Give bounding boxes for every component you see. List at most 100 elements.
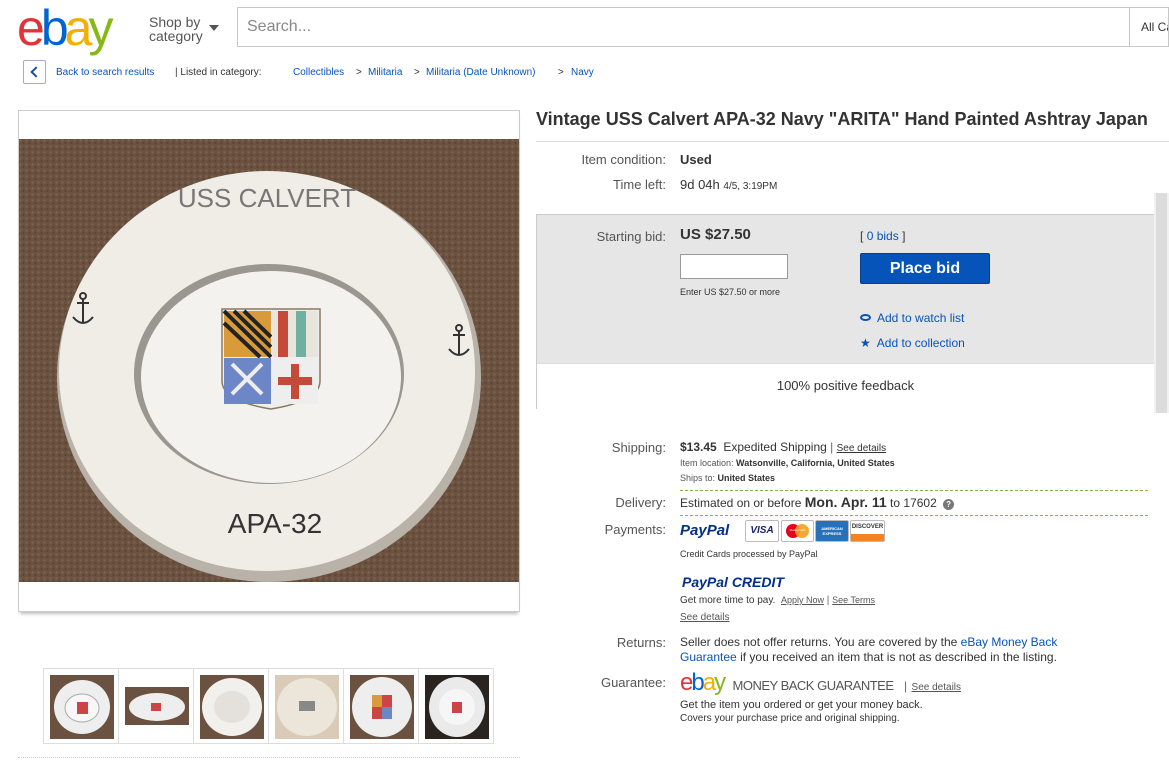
watch-list-link[interactable]: Add to watch list: [877, 311, 964, 325]
paypal-credit-offer: Get more time to pay. Apply Now | See Te…: [680, 595, 875, 606]
add-to-collection[interactable]: ★ Add to collection: [860, 334, 965, 352]
seller-feedback: 100% positive feedback: [776, 378, 915, 393]
time-left-value: 9d 04h 4/5, 3:19PM: [680, 177, 777, 192]
starting-bid-price: US $27.50: [680, 226, 751, 243]
visa-card-icon: VISA: [745, 520, 779, 542]
shipping-see-details-link[interactable]: See details: [837, 443, 886, 454]
thumbnail-2[interactable]: [118, 668, 194, 744]
thumbnail-3[interactable]: [193, 668, 269, 744]
separator: |: [903, 679, 908, 693]
amex-card-icon: AMERICAN EXPRESS: [815, 520, 849, 542]
discover-stripe: [851, 534, 884, 541]
guarantee-link[interactable]: Guarantee: [680, 650, 737, 664]
delivery-prefix: Estimated on or before: [680, 496, 802, 510]
mastercard-text: MasterCard: [789, 528, 806, 532]
bid-count-link[interactable]: 0 bids: [867, 229, 899, 243]
add-to-watch-list[interactable]: Add to watch list: [860, 309, 964, 327]
payments-see-details-link[interactable]: See details: [680, 612, 729, 623]
breadcrumb-militaria[interactable]: Militaria: [368, 67, 402, 78]
logo-letter-y: y: [88, 0, 113, 56]
help-icon[interactable]: ?: [943, 499, 955, 510]
place-bid-button[interactable]: Place bid: [860, 253, 990, 284]
search-box: [237, 7, 1130, 47]
guarantee-line-1: Get the item you ordered or get your mon…: [680, 699, 923, 711]
ashtray-photo: USS CALVERT APA-32: [19, 139, 519, 582]
paypal-logo: PayPal: [680, 522, 729, 539]
ebay-logo[interactable]: ebay: [17, 0, 113, 56]
guarantee-brand: MONEY BACK GUARANTEE: [732, 678, 894, 693]
category-label: category: [149, 28, 203, 44]
money-back-guarantee-logo: ebay MONEY BACK GUARANTEE | See details: [680, 670, 961, 696]
logo-letter-b: b: [691, 669, 704, 696]
shipping-method: Expedited Shipping: [723, 440, 827, 454]
shop-by-label: Shop by: [149, 14, 201, 30]
divider: [680, 490, 1148, 491]
condition-label: Item condition:: [581, 152, 666, 167]
logo-letter-e: e: [17, 0, 45, 56]
ships-to-value: United States: [717, 473, 776, 483]
shipping-label: Shipping:: [611, 440, 666, 455]
money-back-link[interactable]: eBay Money Back: [961, 635, 1058, 649]
thumbnail-5[interactable]: [343, 668, 419, 744]
paypal-credit-logo: PayPal CREDIT: [682, 574, 784, 590]
credit-card-note: Credit Cards processed by PayPal: [680, 549, 818, 559]
scrollbar-thumb[interactable]: [1156, 193, 1167, 413]
divider: [680, 515, 1148, 516]
back-arrow-icon[interactable]: [23, 60, 46, 84]
chevron-down-icon: [209, 25, 219, 31]
delivery-zip: to 17602: [890, 496, 937, 510]
see-terms-link[interactable]: See Terms: [832, 595, 875, 605]
separator: |: [830, 440, 834, 454]
scrollbar[interactable]: [1154, 193, 1169, 413]
guarantee-see-details-link[interactable]: See details: [912, 682, 961, 693]
listed-in-label: | Listed in category:: [175, 67, 262, 78]
item-location: Item location: Watsonville, California, …: [680, 458, 895, 468]
collection-link[interactable]: Add to collection: [877, 336, 965, 350]
logo-letter-b: b: [40, 0, 69, 56]
shipping-price: $13.45: [680, 440, 717, 454]
amex-text: AMERICAN EXPRESS: [821, 526, 843, 536]
breadcrumb-navy[interactable]: Navy: [571, 67, 594, 78]
apply-now-link[interactable]: Apply Now: [781, 595, 824, 605]
ships-to: Ships to: United States: [680, 473, 775, 483]
breadcrumb-militaria-date-unknown[interactable]: Militaria (Date Unknown): [426, 67, 535, 78]
returns-label: Returns:: [616, 635, 666, 650]
ebay-small-logo: ebay: [680, 669, 726, 696]
discover-card-icon: DISCOVER: [850, 520, 885, 542]
breadcrumb-collectibles[interactable]: Collectibles: [293, 67, 344, 78]
thumbnail-6[interactable]: [418, 668, 494, 744]
ships-to-label: Ships to:: [680, 473, 716, 483]
location-label: Item location:: [680, 458, 734, 468]
breadcrumb-separator: >: [414, 67, 420, 78]
more-time-text: Get more time to pay.: [680, 595, 776, 606]
search-input[interactable]: [238, 8, 1129, 46]
visa-text: VISA: [750, 525, 774, 536]
separator: |: [826, 595, 830, 606]
all-categories-select[interactable]: All Ca: [1130, 7, 1169, 47]
time-left-duration: 9d 04h: [680, 177, 720, 192]
bid-count: [ 0 bids ]: [860, 229, 905, 243]
main-product-image[interactable]: USS CALVERT APA-32: [19, 139, 519, 582]
eye-icon: [860, 314, 871, 321]
time-left-date: 4/5, 3:19PM: [723, 181, 778, 192]
starting-bid-label: Starting bid:: [596, 229, 666, 244]
returns-text-1: Seller does not offer returns. You are c…: [680, 635, 958, 649]
guarantee-line-2: Covers your purchase price and original …: [680, 713, 900, 724]
shop-by-category-button[interactable]: Shop by category: [149, 14, 219, 44]
time-left-label: Time left:: [613, 177, 666, 192]
condition-value: Used: [680, 152, 712, 167]
star-icon: ★: [860, 336, 871, 350]
bracket: [: [860, 229, 864, 243]
thumbnail-1[interactable]: [43, 668, 119, 744]
bid-hint: Enter US $27.50 or more: [680, 287, 781, 297]
payments-label: Payments:: [604, 522, 666, 537]
divider: [536, 141, 1169, 142]
feedback-row: 100% positive feedback: [537, 363, 1154, 409]
guarantee-label: Guarantee:: [600, 675, 666, 690]
divider: [18, 757, 520, 758]
bid-amount-input[interactable]: [680, 254, 788, 279]
thumbnail-4[interactable]: [268, 668, 344, 744]
back-to-search-link[interactable]: Back to search results: [56, 67, 154, 78]
header: ebay Shop by category All Ca: [0, 0, 1169, 56]
paypal-text: PayPal: [680, 522, 730, 539]
